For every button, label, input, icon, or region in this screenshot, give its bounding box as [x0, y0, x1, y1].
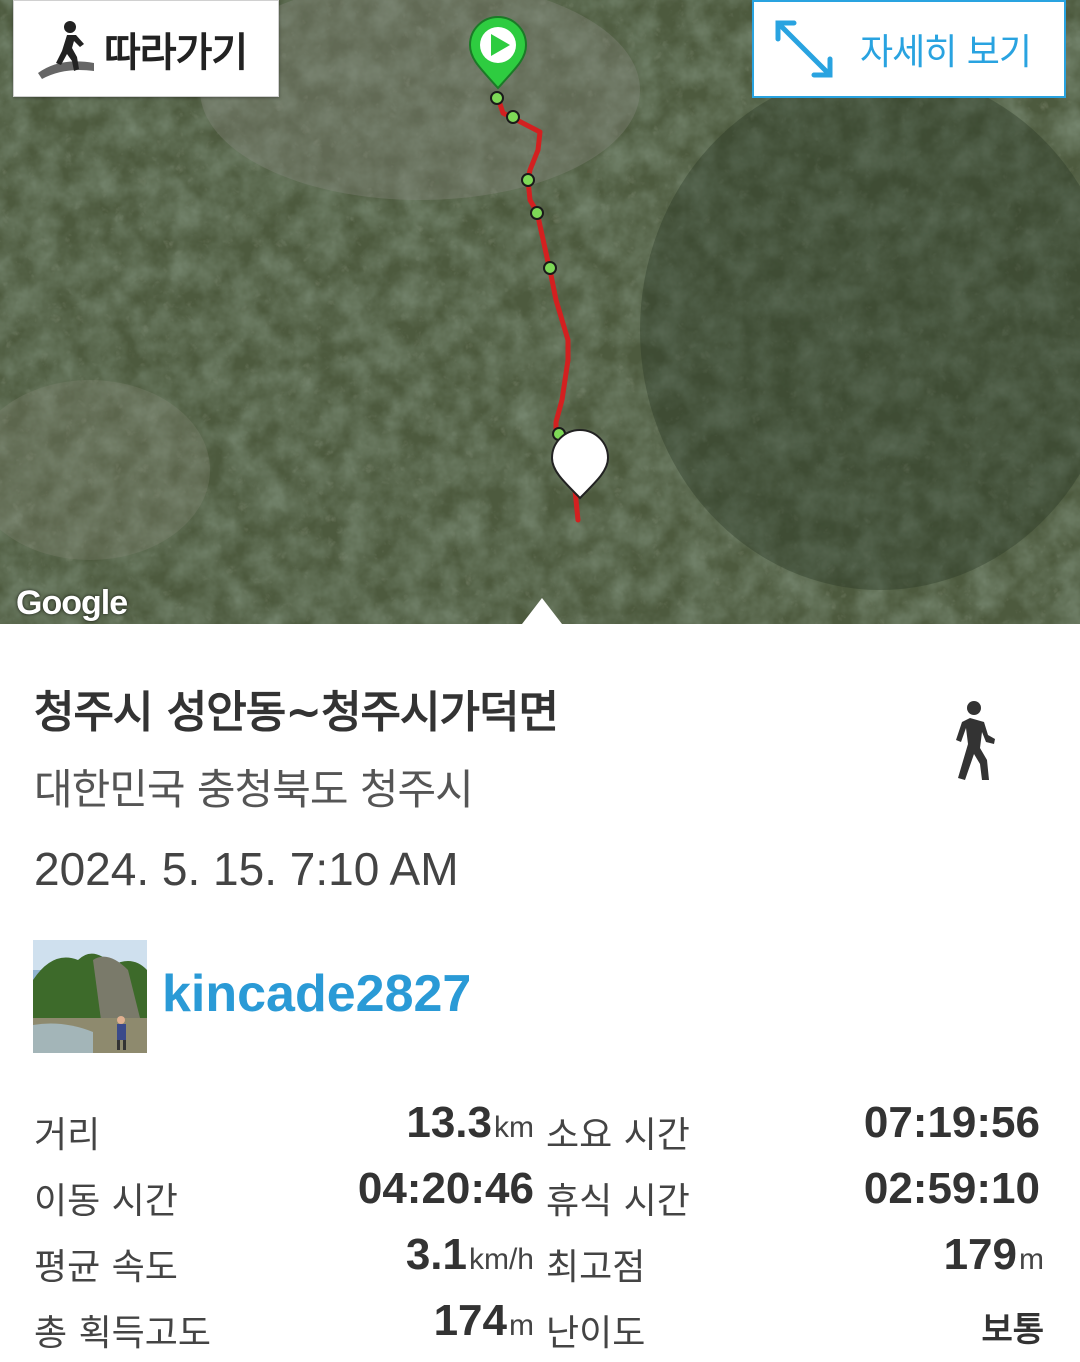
stat-max-elevation-label: 최고점 — [546, 1247, 646, 1288]
stat-distance-label: 거리 — [34, 1115, 101, 1156]
panel-pointer — [522, 598, 562, 624]
google-attribution: Google — [16, 584, 128, 622]
stat-difficulty-label: 난이도 — [546, 1313, 646, 1354]
stat-total-ascent-value: 174m — [433, 1296, 534, 1345]
stat-moving-time: 이동 시간 04:20:46 — [0, 1160, 540, 1222]
stat-distance-value: 13.3km — [406, 1098, 534, 1147]
view-details-button[interactable]: 자세히 보기 — [752, 0, 1066, 98]
stat-moving-time-label: 이동 시간 — [34, 1181, 178, 1222]
stat-avg-speed-label: 평균 속도 — [34, 1247, 178, 1288]
route-map[interactable]: 따라가기 자세히 보기 Google — [0, 0, 1080, 624]
walking-icon — [956, 701, 995, 780]
stat-difficulty: 난이도 보통 — [546, 1292, 1046, 1354]
stat-rest-time: 휴식 시간 02:59:10 — [546, 1160, 1046, 1222]
stat-rest-time-label: 휴식 시간 — [546, 1181, 690, 1222]
track-info-panel: 청주시 성안동~청주시가덕면 대한민국 충청북도 청주시 2024. 5. 15… — [0, 624, 1080, 1362]
username-link[interactable]: kincade2827 — [162, 964, 471, 1024]
hiker-on-trail-icon — [38, 20, 94, 79]
track-datetime: 2024. 5. 15. 7:10 AM — [34, 843, 459, 895]
stat-total-time-label: 소요 시간 — [546, 1115, 690, 1156]
user-avatar[interactable] — [33, 940, 147, 1053]
view-details-label: 자세히 보기 — [860, 32, 1032, 73]
follow-label: 따라가기 — [104, 29, 248, 76]
stat-total-ascent: 총 획득고도 174m — [0, 1292, 540, 1354]
stat-max-elevation-value: 179m — [943, 1230, 1044, 1279]
stat-difficulty-value: 보통 — [981, 1311, 1044, 1349]
expand-arrows-icon — [775, 20, 833, 78]
stat-rest-time-value: 02:59:10 — [863, 1164, 1040, 1213]
avatar-photo — [33, 940, 147, 1053]
stat-distance: 거리 13.3km — [0, 1094, 540, 1156]
stat-total-ascent-label: 총 획득고도 — [34, 1313, 212, 1354]
stat-total-time-value: 07:19:56 — [863, 1098, 1040, 1147]
follow-button[interactable]: 따라가기 — [13, 0, 279, 97]
track-title: 청주시 성안동~청주시가덕면 — [34, 687, 559, 738]
stat-avg-speed: 평균 속도 3.1km/h — [0, 1226, 540, 1288]
stat-max-elevation: 최고점 179m — [546, 1226, 1046, 1288]
stat-avg-speed-value: 3.1km/h — [405, 1230, 534, 1279]
stat-moving-time-value: 04:20:46 — [357, 1164, 534, 1213]
track-location: 대한민국 충청북도 청주시 — [34, 765, 474, 814]
stat-total-time: 소요 시간 07:19:56 — [546, 1094, 1046, 1156]
